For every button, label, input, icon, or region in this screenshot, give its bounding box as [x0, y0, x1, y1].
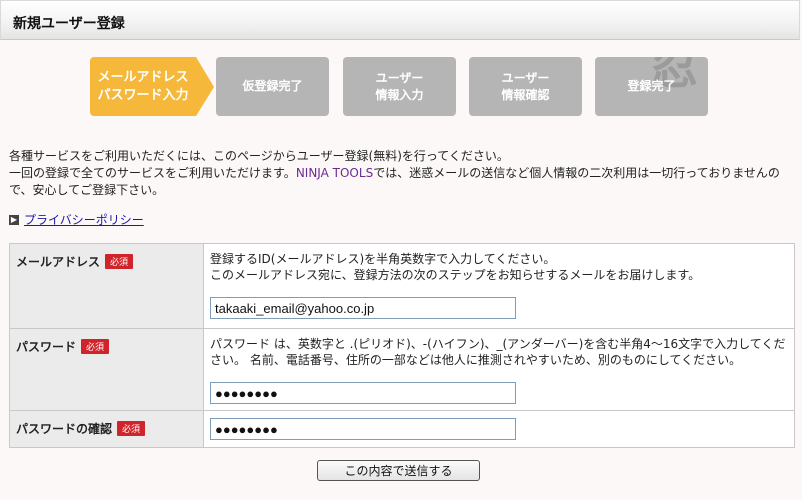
password-confirm-value-cell [203, 410, 795, 448]
password-confirm-label: パスワードの確認 [16, 422, 113, 436]
password-label: パスワード [16, 340, 77, 354]
step-label: ユーザー 情報確認 [501, 70, 550, 102]
privacy-policy-row: ▶ プライバシーポリシー [9, 211, 144, 228]
email-help-1: 登録するID(メールアドレス)を半角英数字で入力してください。 [210, 252, 556, 266]
registration-form: メールアドレス 必須 登録するID(メールアドレス)を半角英数字で入力してください… [9, 243, 795, 448]
step-email-password: メールアドレス パスワード入力 [90, 57, 196, 116]
page-title: 新規ユーザー登録 [13, 16, 125, 32]
ninja-watermark-icon: 忍 [649, 57, 698, 95]
step-user-info-confirm: ユーザー 情報確認 [469, 57, 582, 116]
page-header: 新規ユーザー登録 [0, 0, 800, 40]
brand-name: NINJA TOOLS [295, 166, 374, 180]
email-label: メールアドレス [16, 255, 101, 269]
step-registration-complete: 忍 登録完了 [595, 57, 708, 116]
password-label-cell: パスワード 必須 [9, 328, 204, 411]
password-value-cell: パスワード は、英数字と .(ピリオド)、-(ハイフン)、_(アンダーバー)を含… [203, 328, 795, 411]
step-arrow-icon [196, 57, 214, 116]
step-provisional-complete: 仮登録完了 [216, 57, 329, 116]
intro-line-2: 一回の登録で全てのサービスをご利用いただけます。NINJA TOOLSでは、迷惑… [9, 165, 789, 199]
step-label: 仮登録完了 [242, 79, 303, 93]
required-badge: 必須 [105, 254, 134, 269]
intro-line-2-pre: 一回の登録で全てのサービスをご利用いただけます。 [9, 166, 296, 180]
registration-steps: メールアドレス パスワード入力 仮登録完了 ユーザー 情報入力 ユーザー 情報確… [90, 57, 730, 117]
step-label: 登録完了 [627, 79, 676, 93]
step-label: メールアドレス パスワード入力 [97, 69, 189, 103]
submit-button[interactable]: この内容で送信する [317, 460, 480, 481]
password-confirm-input[interactable] [210, 418, 516, 440]
intro-text: 各種サービスをご利用いただくには、このページからユーザー登録(無料)を行ってくだ… [9, 148, 789, 199]
required-badge: 必須 [81, 339, 110, 354]
intro-line-1: 各種サービスをご利用いただくには、このページからユーザー登録(無料)を行ってくだ… [9, 149, 509, 163]
privacy-policy-link[interactable]: プライバシーポリシー [24, 211, 144, 228]
email-label-cell: メールアドレス 必須 [9, 243, 204, 329]
email-help-2: このメールアドレス宛に、登録方法の次のステップをお知らせするメールをお届けします… [210, 268, 701, 282]
step-label: ユーザー 情報入力 [375, 70, 424, 102]
email-row: メールアドレス 必須 登録するID(メールアドレス)を半角英数字で入力してください… [9, 243, 795, 329]
password-confirm-label-cell: パスワードの確認 必須 [9, 410, 204, 448]
email-value-cell: 登録するID(メールアドレス)を半角英数字で入力してください。 このメールアドレ… [203, 243, 795, 329]
password-input[interactable] [210, 382, 516, 404]
required-badge: 必須 [117, 421, 146, 436]
password-confirm-row: パスワードの確認 必須 [9, 410, 795, 448]
password-row: パスワード 必須 パスワード は、英数字と .(ピリオド)、-(ハイフン)、_(ア… [9, 328, 795, 411]
step-user-info-input: ユーザー 情報入力 [343, 57, 456, 116]
email-input[interactable] [210, 297, 516, 319]
arrow-right-icon: ▶ [9, 214, 19, 225]
password-help: パスワード は、英数字と .(ピリオド)、-(ハイフン)、_(アンダーバー)を含… [210, 337, 786, 367]
